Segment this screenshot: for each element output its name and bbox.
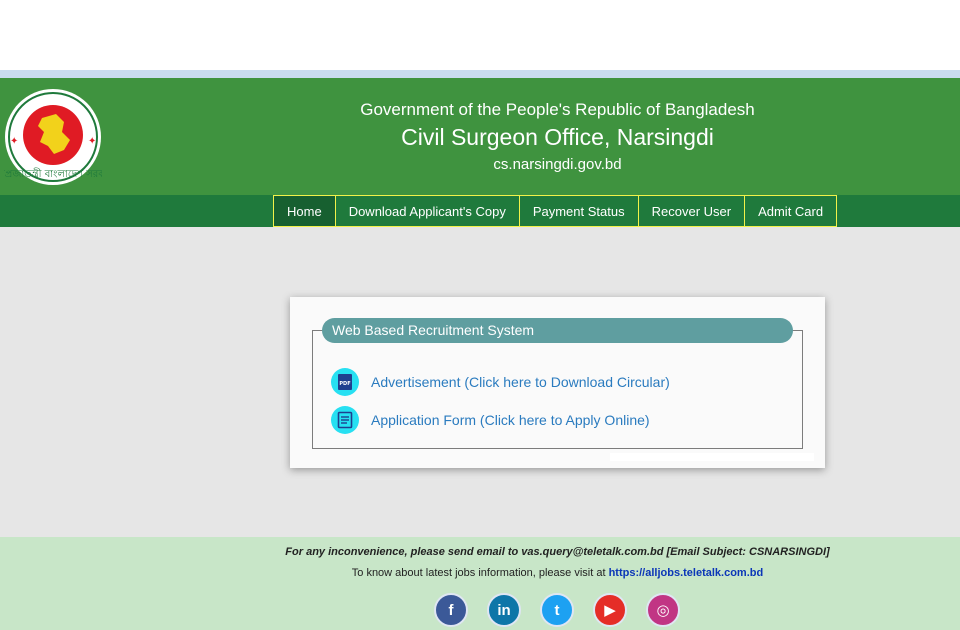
facebook-icon[interactable]: f [434, 593, 468, 627]
application-form-link-text[interactable]: Application Form (Click here to Apply On… [371, 412, 650, 428]
alljobs-link[interactable]: https://alljobs.teletalk.com.bd [609, 567, 764, 579]
twitter-icon[interactable]: t [540, 593, 574, 627]
main-navigation: Home Download Applicant's Copy Payment S… [0, 195, 960, 227]
top-accent-strip [0, 70, 960, 78]
instagram-icon[interactable]: ◎ [646, 593, 680, 627]
support-email-note: For any inconvenience, please send email… [285, 546, 830, 558]
social-links: f in t ▶ ◎ [434, 593, 680, 627]
card-bottom-bar [610, 453, 814, 461]
site-header: ✦ ✦ গণপ্রজাতন্ত্রী বাংলাদেশ সরকার Govern… [0, 78, 960, 195]
government-title: Government of the People's Republic of B… [360, 100, 755, 119]
nav-list: Home Download Applicant's Copy Payment S… [273, 195, 838, 227]
office-title: Civil Surgeon Office, Narsingdi [401, 124, 714, 150]
pdf-icon[interactable]: PDF [331, 368, 359, 396]
main-content: Web Based Recruitment System PDF Adverti… [0, 227, 960, 537]
recruitment-legend: Web Based Recruitment System [322, 318, 793, 343]
site-footer: For any inconvenience, please send email… [0, 537, 960, 630]
nav-payment-status[interactable]: Payment Status [518, 195, 638, 227]
svg-text:PDF: PDF [339, 381, 350, 387]
advertisement-link[interactable]: PDF Advertisement (Click here to Downloa… [331, 368, 670, 396]
form-icon[interactable] [331, 406, 359, 434]
office-domain: cs.narsingdi.gov.bd [493, 156, 622, 173]
jobs-info-prefix: To know about latest jobs information, p… [351, 567, 606, 579]
application-form-link[interactable]: Application Form (Click here to Apply On… [331, 406, 650, 434]
jobs-info-note: To know about latest jobs information, p… [0, 567, 960, 579]
recruitment-card: Web Based Recruitment System PDF Adverti… [290, 297, 825, 468]
nav-recover-user[interactable]: Recover User [637, 195, 745, 227]
nav-admit-card[interactable]: Admit Card [744, 195, 838, 227]
linkedin-icon[interactable]: in [487, 593, 521, 627]
nav-home[interactable]: Home [273, 195, 335, 227]
youtube-icon[interactable]: ▶ [593, 593, 627, 627]
top-blank-area [0, 0, 960, 70]
nav-download-applicants-copy[interactable]: Download Applicant's Copy [334, 195, 519, 227]
advertisement-link-text[interactable]: Advertisement (Click here to Download Ci… [371, 374, 670, 390]
